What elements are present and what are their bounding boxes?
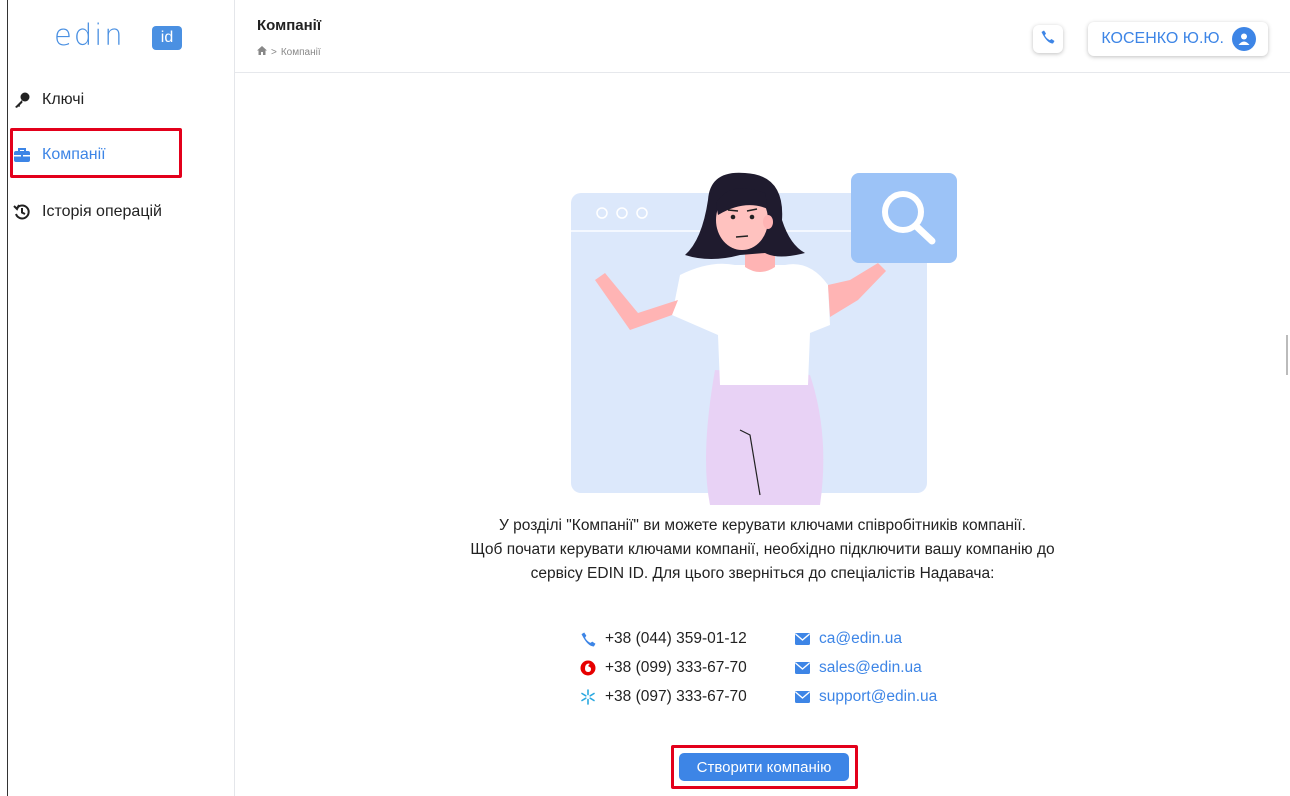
phone-number: +38 (099) 333-67-70 [605, 659, 747, 676]
kyivstar-icon [579, 688, 597, 706]
phone-link[interactable]: +38 (099) 333-67-70 [579, 659, 747, 677]
email-address: ca@edin.ua [819, 630, 902, 647]
companies-info-text: У розділі "Компанії" ви можете керувати … [235, 514, 1290, 586]
contacts-list: +38 (044) 359-01-12 ca@edin.ua +38 (099)… [575, 630, 995, 717]
highlight-frame [10, 128, 182, 178]
email-link[interactable]: support@edin.ua [793, 688, 937, 706]
user-avatar-icon [1232, 27, 1256, 51]
create-company-button[interactable]: Створити компанію [679, 753, 849, 781]
email-link[interactable]: sales@edin.ua [793, 659, 922, 677]
edin-id-logo[interactable]: edin id [54, 18, 194, 54]
info-line: сервісу EDIN ID. Для цього зверніться до… [530, 565, 995, 582]
sidebar: edin id Ключі Компанії Історія операцій [8, 0, 235, 796]
vodafone-icon [579, 659, 597, 677]
phone-link[interactable]: +38 (044) 359-01-12 [579, 630, 747, 648]
sidebar-item-label: Ключі [42, 91, 85, 108]
logo-text: edin [54, 18, 125, 52]
sidebar-item-label: Історія операцій [42, 203, 162, 220]
contact-row: +38 (044) 359-01-12 ca@edin.ua [575, 630, 995, 659]
user-name: КОСЕНКО Ю.Ю. [1101, 30, 1224, 47]
email-address: sales@edin.ua [819, 659, 922, 676]
envelope-icon [793, 688, 811, 706]
info-line: Щоб почати керувати ключами компанії, не… [470, 541, 1055, 558]
phone-number: +38 (044) 359-01-12 [605, 630, 747, 647]
sidebar-item-history[interactable]: Історія операцій [8, 192, 234, 232]
support-phone-button[interactable] [1033, 25, 1063, 53]
email-address: support@edin.ua [819, 688, 938, 705]
breadcrumb-separator: > [271, 46, 277, 58]
phone-icon [1041, 30, 1055, 49]
page-title: Компанії [257, 17, 322, 34]
sidebar-item-keys[interactable]: Ключі [8, 80, 234, 120]
phone-number: +38 (097) 333-67-70 [605, 688, 747, 705]
history-icon [12, 202, 32, 222]
home-icon[interactable] [257, 46, 267, 58]
top-header: Компанії > Компанії КОСЕНКО Ю.Ю. [235, 0, 1290, 73]
empty-state-illustration [560, 165, 980, 505]
phone-link[interactable]: +38 (097) 333-67-70 [579, 688, 747, 706]
user-menu-button[interactable]: КОСЕНКО Ю.Ю. [1088, 22, 1268, 56]
highlight-frame: Створити компанію [671, 745, 858, 789]
envelope-icon [793, 630, 811, 648]
breadcrumb-item[interactable]: Компанії [281, 47, 321, 58]
info-line: У розділі "Компанії" ви можете керувати … [499, 517, 1026, 534]
contact-row: +38 (097) 333-67-70 support@edin.ua [575, 688, 995, 717]
scrollbar[interactable] [1286, 335, 1288, 375]
phone-icon [579, 630, 597, 648]
logo-badge: id [152, 26, 182, 50]
email-link[interactable]: ca@edin.ua [793, 630, 902, 648]
envelope-icon [793, 659, 811, 677]
contact-row: +38 (099) 333-67-70 sales@edin.ua [575, 659, 995, 688]
breadcrumb: > Компанії [257, 46, 321, 58]
key-icon [12, 90, 32, 110]
